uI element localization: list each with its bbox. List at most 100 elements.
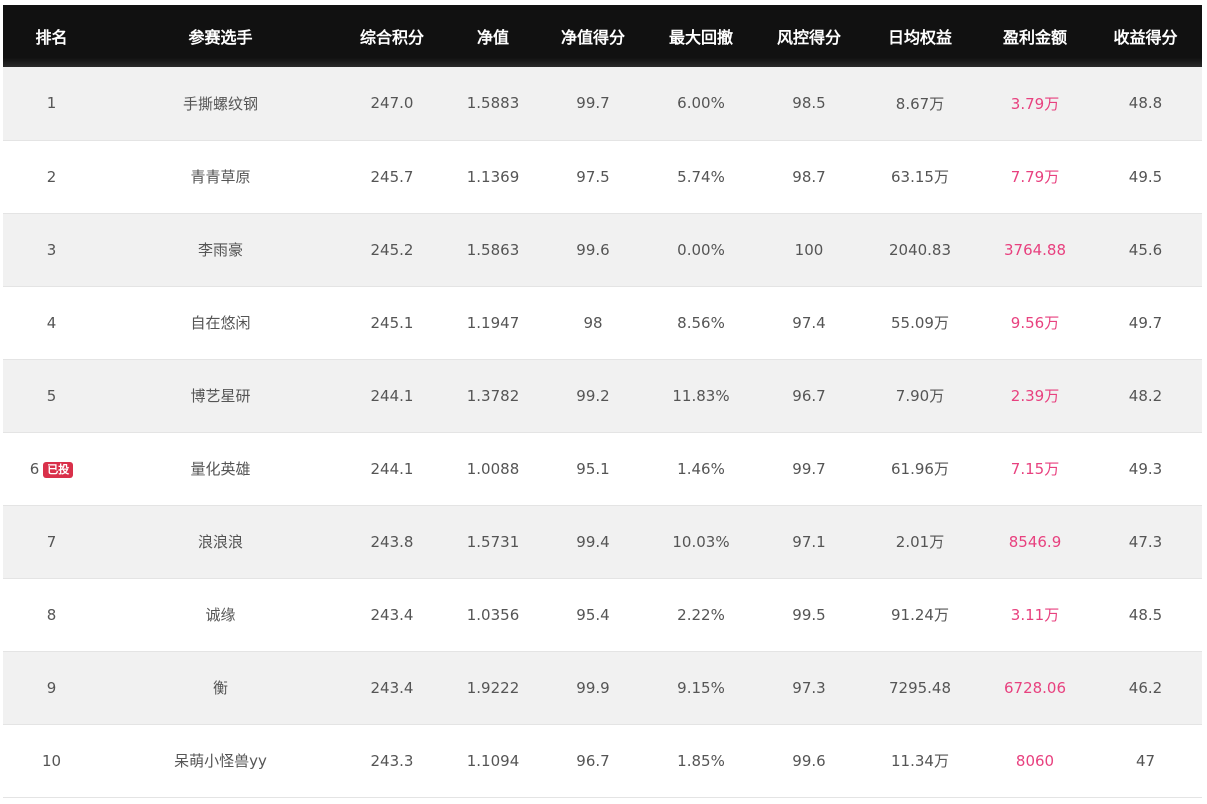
nav-score-cell-text: 95.4 — [576, 605, 610, 624]
player-name-cell-text: 李雨豪 — [197, 241, 243, 259]
player-name-cell[interactable]: 浪浪浪 — [100, 505, 341, 579]
table-row[interactable]: 8 诚缘 243.4 1.0356 95.4 2.22% 99.5 91.24万 3.11万 48… — [3, 578, 1202, 652]
rank-cell-text: 3 — [46, 240, 57, 259]
nav-cell: 1.1094 — [443, 724, 543, 798]
player-name-cell[interactable]: 呆萌小怪兽yy — [100, 724, 341, 798]
rank-cell: 7 — [3, 505, 100, 579]
header-nav[interactable]: 净值 — [443, 5, 543, 67]
avg-equity-cell: 61.96万 — [859, 432, 981, 506]
header-profit[interactable]: 盈利金额 — [981, 5, 1089, 67]
nav-cell-text: 1.9222 — [466, 678, 520, 697]
invested-badge: 已投 — [43, 461, 74, 478]
risk-score-cell-text: 98.7 — [792, 167, 826, 186]
header-risk-score[interactable]: 风控得分 — [759, 5, 859, 67]
header-player[interactable]: 参赛选手 — [100, 5, 341, 67]
player-name-cell[interactable]: 博艺星研 — [100, 359, 341, 433]
nav-cell: 1.0356 — [443, 578, 543, 652]
table-row[interactable]: 4 自在悠闲 245.1 1.1947 98 8.56% 97.4 55.09万 9.56万 49… — [3, 286, 1202, 360]
nav-score-cell-text: 98 — [583, 313, 603, 332]
max-drawdown-cell: 11.83% — [643, 359, 759, 433]
rank-cell-text: 1 — [46, 94, 57, 113]
player-name-cell[interactable]: 手撕螺纹钢 — [100, 67, 341, 141]
profit-cell: 6728.06 — [981, 651, 1089, 725]
max-drawdown-cell-text: 1.46% — [677, 459, 725, 478]
nav-score-cell: 99.2 — [543, 359, 643, 433]
player-name-cell-text: 自在悠闲 — [190, 314, 251, 332]
profit-cell: 3.79万 — [981, 67, 1089, 141]
header-avg-equity[interactable]: 日均权益 — [859, 5, 981, 67]
avg-equity-cell-text: 7.90万 — [895, 387, 945, 405]
player-name-cell[interactable]: 衡 — [100, 651, 341, 725]
avg-equity-cell-text: 63.15万 — [891, 168, 949, 186]
header-score[interactable]: 综合积分 — [341, 5, 443, 67]
avg-equity-cell-text: 7295.48 — [888, 678, 952, 697]
avg-equity-cell: 7295.48 — [859, 651, 981, 725]
rank-cell-text: 10 — [41, 751, 62, 770]
rank-cell: 10 — [3, 724, 100, 798]
max-drawdown-cell: 1.85% — [643, 724, 759, 798]
return-score-cell: 45.6 — [1089, 213, 1202, 287]
nav-score-cell: 95.1 — [543, 432, 643, 506]
table-row[interactable]: 5 博艺星研 244.1 1.3782 99.2 11.83% 96.7 7.90万 2.39万… — [3, 359, 1202, 433]
avg-equity-cell-text: 11.34万 — [891, 752, 949, 770]
risk-score-cell-text: 97.4 — [792, 313, 826, 332]
header-nav-score[interactable]: 净值得分 — [543, 5, 643, 67]
profit-cell: 3764.88 — [981, 213, 1089, 287]
max-drawdown-cell-text: 11.83% — [672, 386, 730, 405]
return-score-cell-text: 46.2 — [1128, 678, 1163, 697]
max-drawdown-cell-text: 9.15% — [677, 678, 725, 697]
ranking-table: 排名 参赛选手 综合积分 净值 净值得分 最大回撤 风控得分 日均权益 盈利金额… — [3, 5, 1202, 798]
profit-cell: 7.79万 — [981, 140, 1089, 214]
table-row[interactable]: 9 衡 243.4 1.9222 99.9 9.15% 97.3 7295.48 6728.06… — [3, 651, 1202, 725]
nav-score-cell-text: 99.9 — [576, 678, 610, 697]
avg-equity-cell-text: 61.96万 — [891, 460, 949, 478]
nav-cell-text: 1.5863 — [466, 240, 520, 259]
player-name-cell-text: 青青草原 — [190, 168, 251, 186]
player-name-cell-text: 博艺星研 — [190, 387, 251, 405]
risk-score-cell-text: 99.7 — [792, 459, 826, 478]
profit-cell-text: 3.79万 — [1010, 94, 1060, 113]
rank-cell-text: 7 — [46, 532, 57, 551]
risk-score-cell: 96.7 — [759, 359, 859, 433]
rank-cell-text: 6 — [29, 459, 40, 478]
player-name-cell[interactable]: 自在悠闲 — [100, 286, 341, 360]
avg-equity-cell: 2040.83 — [859, 213, 981, 287]
nav-score-cell-text: 99.7 — [576, 94, 610, 113]
player-name-cell[interactable]: 量化英雄 — [100, 432, 341, 506]
player-name-cell[interactable]: 李雨豪 — [100, 213, 341, 287]
header-max-drawdown[interactable]: 最大回撤 — [643, 5, 759, 67]
nav-score-cell: 99.4 — [543, 505, 643, 579]
profit-cell-text: 6728.06 — [1003, 678, 1067, 697]
nav-score-cell: 98 — [543, 286, 643, 360]
header-return-score[interactable]: 收益得分 — [1089, 5, 1202, 67]
score-cell-text: 245.7 — [370, 167, 414, 186]
rank-cell-text: 2 — [46, 167, 57, 186]
nav-score-cell: 96.7 — [543, 724, 643, 798]
nav-cell-text: 1.0088 — [466, 459, 520, 478]
risk-score-cell: 99.5 — [759, 578, 859, 652]
nav-cell: 1.1947 — [443, 286, 543, 360]
avg-equity-cell: 11.34万 — [859, 724, 981, 798]
table-row[interactable]: 6 已投 量化英雄 244.1 1.0088 95.1 1.46% 99.7 61.96万 7.1… — [3, 432, 1202, 506]
risk-score-cell-text: 100 — [794, 240, 824, 259]
profit-cell: 2.39万 — [981, 359, 1089, 433]
table-row[interactable]: 1 手撕螺纹钢 247.0 1.5883 99.7 6.00% 98.5 8.67万 3.79万… — [3, 67, 1202, 141]
profit-cell-text: 8060 — [1015, 751, 1055, 770]
table-row[interactable]: 2 青青草原 245.7 1.1369 97.5 5.74% 98.7 63.15万 7.79万… — [3, 140, 1202, 214]
return-score-cell-text: 49.3 — [1128, 459, 1163, 478]
table-row[interactable]: 7 浪浪浪 243.8 1.5731 99.4 10.03% 97.1 2.01万 8546.9… — [3, 505, 1202, 579]
table-row[interactable]: 10 呆萌小怪兽yy 243.3 1.1094 96.7 1.85% 99.6 11.34万 8… — [3, 724, 1202, 798]
nav-cell-text: 1.1369 — [466, 167, 520, 186]
profit-cell-text: 3764.88 — [1003, 240, 1067, 259]
max-drawdown-cell: 5.74% — [643, 140, 759, 214]
table-row[interactable]: 3 李雨豪 245.2 1.5863 99.6 0.00% 100 2040.83 3764.8… — [3, 213, 1202, 287]
header-rank[interactable]: 排名 — [3, 5, 100, 67]
risk-score-cell-text: 99.6 — [792, 751, 826, 770]
risk-score-cell: 97.1 — [759, 505, 859, 579]
rank-cell: 6 已投 — [3, 432, 100, 506]
return-score-cell: 47 — [1089, 724, 1202, 798]
rank-cell-text: 9 — [46, 678, 57, 697]
player-name-cell[interactable]: 青青草原 — [100, 140, 341, 214]
max-drawdown-cell-text: 6.00% — [677, 94, 725, 113]
player-name-cell[interactable]: 诚缘 — [100, 578, 341, 652]
